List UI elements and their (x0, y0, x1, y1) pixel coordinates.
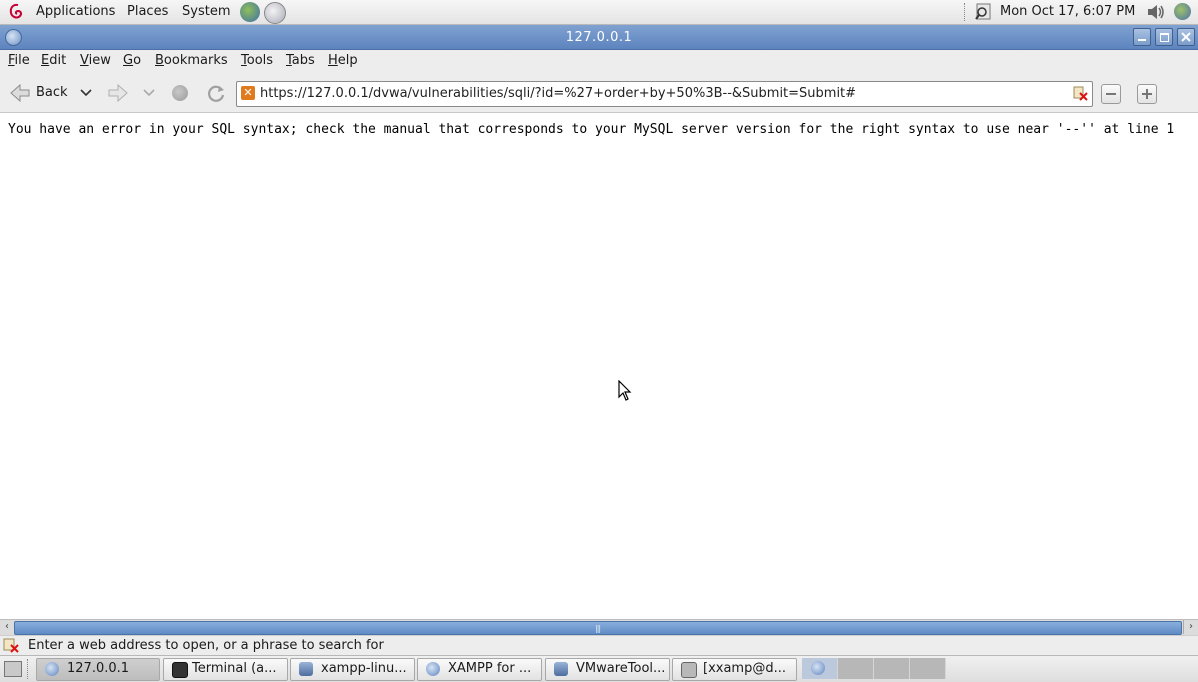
scroll-right-icon[interactable]: › (1183, 620, 1198, 634)
forward-history-dropdown-icon[interactable] (143, 88, 155, 98)
status-text: Enter a web address to open, or a phrase… (28, 638, 384, 653)
forward-arrow-icon[interactable] (107, 84, 129, 102)
horizontal-scrollbar[interactable]: ‹ ||| › (0, 619, 1198, 635)
mouse-cursor-icon (618, 380, 632, 401)
file-manager-icon (554, 662, 568, 676)
minus-icon (1106, 93, 1116, 95)
menubar: File Edit View Go Bookmarks Tools Tabs H… (0, 50, 1198, 73)
menu-help[interactable]: Help (328, 53, 358, 68)
top-panel: Applications Places System Mon Oct 17, 6… (0, 0, 1198, 25)
task-label: [xxamp@d... (703, 661, 786, 676)
menu-file[interactable]: File (8, 53, 30, 68)
navigation-toolbar: Back ✕ https://127.0.0.1/dvwa/vulnerabil… (0, 74, 1198, 113)
window-title: 127.0.0.1 (565, 30, 633, 45)
debian-logo-icon[interactable] (9, 3, 25, 21)
terminal-icon (681, 662, 697, 678)
stop-icon[interactable] (172, 85, 188, 101)
task-label: xampp-linu... (321, 661, 407, 676)
close-button[interactable] (1177, 28, 1195, 46)
url-bar[interactable]: ✕ https://127.0.0.1/dvwa/vulnerabilities… (236, 81, 1093, 107)
task-terminal[interactable]: Terminal (a... (163, 658, 288, 681)
task-xampp-for[interactable]: XAMPP for ... (417, 658, 542, 681)
menu-view[interactable]: View (80, 53, 111, 68)
browser-icon (45, 662, 59, 676)
volume-icon[interactable] (1146, 4, 1166, 20)
maximize-button[interactable] (1155, 28, 1173, 46)
clock[interactable]: Mon Oct 17, 6:07 PM (1000, 4, 1135, 19)
plus-v-icon (1146, 89, 1148, 99)
back-history-dropdown-icon[interactable] (80, 88, 92, 98)
show-desktop-icon[interactable] (4, 661, 22, 677)
task-browser[interactable]: 127.0.0.1 (36, 658, 160, 681)
browser-launcher-icon[interactable] (240, 2, 260, 22)
maximize-icon (1160, 33, 1169, 42)
search-tool-icon[interactable] (974, 3, 992, 21)
browser-icon (811, 661, 825, 675)
system-menu[interactable]: System (182, 4, 230, 19)
site-favicon-icon: ✕ (241, 86, 255, 100)
places-menu[interactable]: Places (127, 4, 168, 19)
scrollbar-thumb[interactable]: ||| (14, 621, 1182, 635)
task-vmwaretools[interactable]: VMwareTool... (545, 658, 670, 681)
task-label: Terminal (a... (192, 661, 277, 676)
taskbar-separator (27, 659, 28, 679)
scroll-left-icon[interactable]: ‹ (0, 620, 14, 634)
terminal-icon (172, 662, 188, 678)
workspace-1[interactable] (802, 658, 838, 679)
mail-launcher-icon[interactable] (264, 2, 286, 24)
new-tab-button[interactable] (1137, 84, 1157, 104)
security-status-icon[interactable] (3, 638, 19, 653)
window-titlebar[interactable]: 127.0.0.1 (0, 25, 1198, 50)
sql-error-message: You have an error in your SQL syntax; ch… (8, 122, 1175, 137)
zoom-out-button[interactable] (1101, 84, 1121, 104)
workspace-3[interactable] (874, 658, 910, 679)
page-content[interactable]: You have an error in your SQL syntax; ch… (0, 113, 1198, 619)
workspace-2[interactable] (838, 658, 874, 679)
workspace-4[interactable] (910, 658, 946, 679)
menu-edit[interactable]: Edit (41, 53, 66, 68)
menu-bookmarks[interactable]: Bookmarks (155, 53, 228, 68)
menu-tabs[interactable]: Tabs (286, 53, 315, 68)
close-icon (1181, 32, 1191, 42)
task-xampp-linux[interactable]: xampp-linu... (290, 658, 415, 681)
scroll-grip-icon: ||| (595, 624, 601, 633)
minimize-icon (1138, 39, 1146, 41)
menu-tools[interactable]: Tools (241, 53, 273, 68)
task-xxamp-terminal[interactable]: [xxamp@d... (672, 658, 797, 681)
back-arrow-icon (10, 84, 30, 102)
file-manager-icon (299, 662, 313, 676)
task-label: VMwareTool... (576, 661, 666, 676)
network-status-icon[interactable] (1174, 3, 1191, 20)
back-label: Back (36, 85, 68, 100)
back-button[interactable]: Back (6, 83, 72, 103)
url-input[interactable]: https://127.0.0.1/dvwa/vulnerabilities/s… (260, 86, 856, 101)
task-label: 127.0.0.1 (67, 661, 130, 676)
browser-icon (426, 662, 440, 676)
applications-menu[interactable]: Applications (36, 4, 115, 19)
panel-separator (964, 3, 968, 21)
reload-icon[interactable] (205, 83, 227, 103)
minimize-button[interactable] (1133, 28, 1151, 46)
statusbar: Enter a web address to open, or a phrase… (0, 635, 1198, 655)
taskbar: 127.0.0.1 Terminal (a... xampp-linu... X… (0, 655, 1198, 682)
task-label: XAMPP for ... (448, 661, 532, 676)
page-info-icon[interactable] (1073, 86, 1088, 101)
menu-go[interactable]: Go (123, 53, 141, 68)
